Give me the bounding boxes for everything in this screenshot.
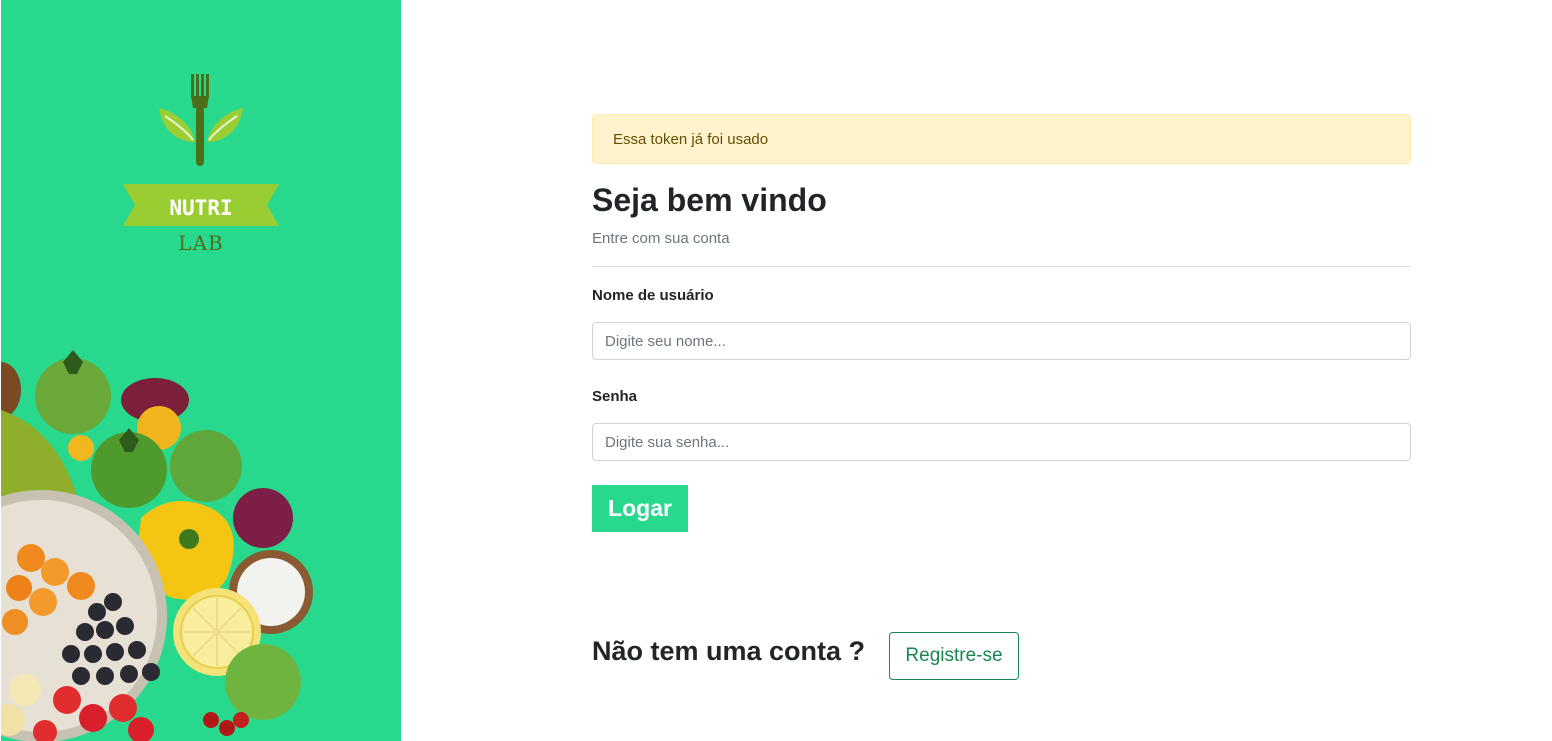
register-button[interactable]: Registre-se bbox=[889, 632, 1019, 680]
logo-word: NUTRI bbox=[169, 196, 232, 220]
page-subtitle: Entre com sua conta bbox=[592, 230, 730, 247]
alert-warning: Essa token já foi usado bbox=[592, 114, 1411, 164]
password-label: Senha bbox=[592, 388, 638, 405]
page-title: Seja bem vindo bbox=[592, 182, 827, 218]
no-account-prompt: Não tem uma conta ? bbox=[592, 636, 866, 666]
logo-sub: LAB bbox=[178, 231, 223, 255]
fruits-image bbox=[1, 350, 313, 741]
username-input[interactable] bbox=[592, 322, 1411, 360]
password-input[interactable] bbox=[592, 423, 1411, 461]
username-label: Nome de usuário bbox=[592, 287, 714, 304]
nutrilab-logo: NUTRI LAB bbox=[123, 74, 279, 255]
login-button[interactable]: Logar bbox=[592, 485, 688, 532]
sidebar: NUTRI LAB bbox=[1, 0, 401, 741]
divider bbox=[592, 266, 1411, 267]
